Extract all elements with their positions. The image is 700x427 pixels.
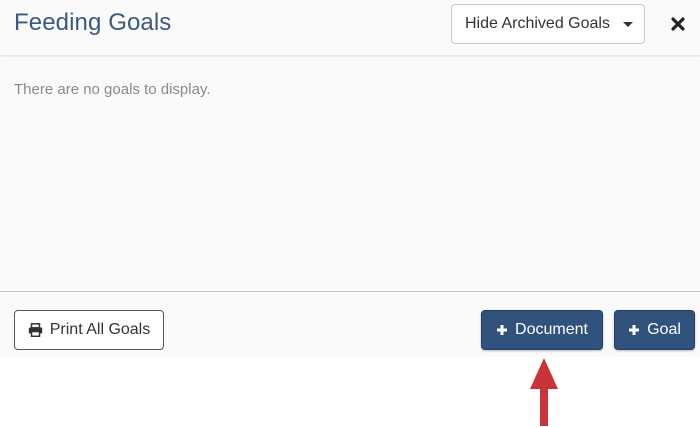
annotation-arrow-up: [530, 358, 558, 426]
print-all-goals-button[interactable]: Print All Goals: [14, 310, 164, 350]
close-button[interactable]: [666, 10, 690, 38]
feeding-goals-modal: Feeding Goals Hide Archived Goals There …: [0, 0, 700, 357]
add-document-button[interactable]: Document: [481, 310, 603, 350]
goals-list-area: There are no goals to display.: [0, 57, 700, 291]
modal-footer: Print All Goals Document Goal: [0, 291, 700, 357]
caret-down-icon: [623, 22, 633, 27]
close-icon: [671, 17, 685, 31]
add-goal-button[interactable]: Goal: [614, 310, 695, 350]
empty-state-message: There are no goals to display.: [14, 81, 211, 98]
archive-filter-dropdown[interactable]: Hide Archived Goals: [451, 4, 645, 44]
modal-title: Feeding Goals: [14, 9, 172, 36]
plus-icon: [628, 324, 640, 336]
modal-header: Feeding Goals Hide Archived Goals: [0, 0, 700, 56]
add-document-label: Document: [515, 321, 588, 338]
add-goal-label: Goal: [647, 321, 681, 338]
printer-icon: [28, 323, 43, 337]
archive-filter-value: Hide Archived Goals: [465, 15, 610, 32]
plus-icon: [496, 324, 508, 336]
print-all-goals-label: Print All Goals: [49, 321, 151, 338]
